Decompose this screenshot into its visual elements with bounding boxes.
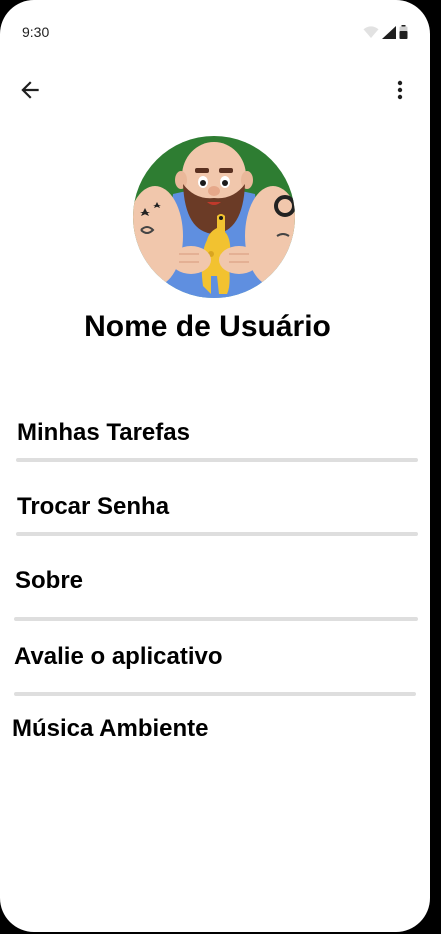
- divider: [16, 532, 418, 536]
- wifi-icon: [363, 25, 379, 44]
- menu-item-minhas-tarefas[interactable]: Minhas Tarefas: [17, 419, 190, 447]
- avatar-illustration: [133, 136, 295, 298]
- status-icons: [363, 25, 408, 44]
- menu-item-avalie-aplicativo[interactable]: Avalie o aplicativo: [14, 643, 223, 671]
- menu-item-sobre[interactable]: Sobre: [15, 567, 83, 595]
- divider: [14, 692, 416, 696]
- arrow-left-icon: [17, 77, 43, 108]
- avatar[interactable]: [133, 136, 295, 298]
- signal-icon: [382, 25, 396, 44]
- status-bar: 9:30: [0, 0, 430, 60]
- menu-item-musica-ambiente[interactable]: Música Ambiente: [12, 715, 209, 743]
- divider: [16, 458, 418, 462]
- menu-item-trocar-senha[interactable]: Trocar Senha: [17, 493, 169, 521]
- app-bar: [0, 64, 430, 120]
- back-button[interactable]: [12, 74, 48, 110]
- username-title: Nome de Usuário: [84, 310, 331, 343]
- battery-icon: [399, 25, 408, 44]
- status-time: 9:30: [22, 24, 50, 40]
- more-vertical-icon: [397, 80, 403, 105]
- divider: [14, 617, 418, 621]
- phone-screen: 9:30 Nome de Usuário Minhas Tarefas Troc…: [0, 0, 430, 932]
- more-options-button[interactable]: [388, 74, 412, 110]
